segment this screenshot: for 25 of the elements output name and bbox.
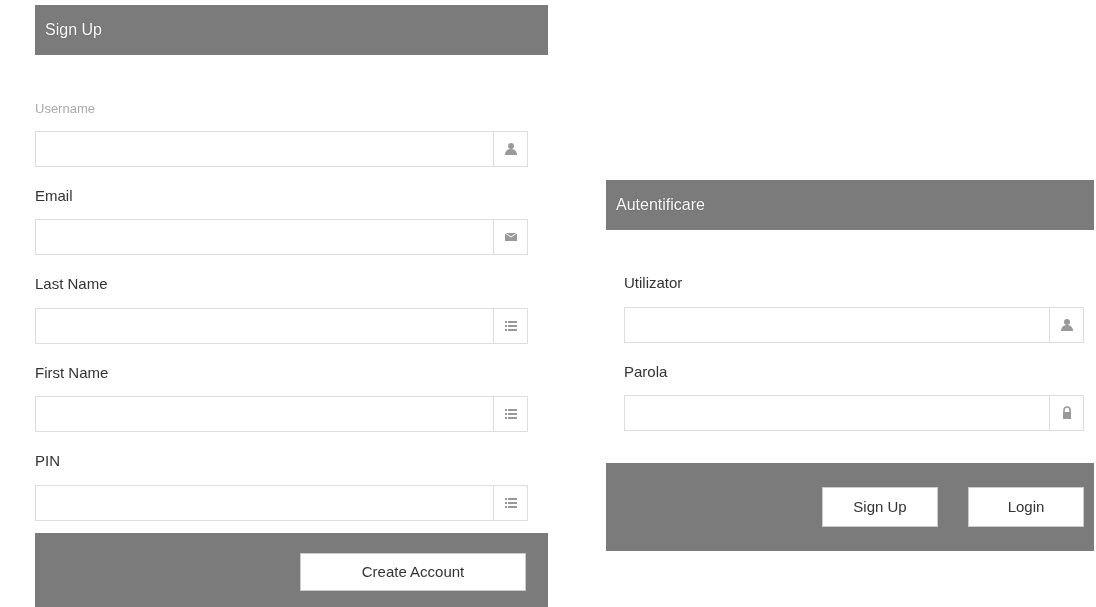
input-field[interactable] — [624, 395, 1084, 431]
form-button[interactable]: Sign Up — [822, 487, 938, 527]
input-field[interactable] — [35, 130, 528, 167]
field-label: Username — [35, 100, 96, 118]
list-icon — [503, 318, 518, 333]
input-field[interactable] — [35, 396, 528, 432]
envelope-icon — [503, 230, 518, 244]
list-icon — [503, 407, 518, 421]
field-label: Utilizator — [624, 273, 684, 293]
field-label: Email — [35, 185, 74, 206]
field-label: Last Name — [35, 274, 109, 294]
field-label: PIN — [35, 451, 61, 471]
input-field[interactable] — [35, 484, 528, 521]
input-field[interactable] — [35, 307, 528, 344]
field-label: Parola — [624, 361, 669, 382]
input-field[interactable] — [624, 306, 1084, 343]
user-icon — [503, 141, 518, 156]
panel-header: Autentificare — [606, 180, 1094, 230]
panel-header: Sign Up — [35, 5, 548, 55]
field-label: First Name — [35, 362, 110, 383]
list-icon — [503, 495, 518, 510]
input-field[interactable] — [35, 219, 528, 255]
form-button[interactable]: Create Account — [300, 552, 526, 591]
form-button[interactable]: Login — [968, 487, 1084, 527]
user-icon — [1059, 317, 1074, 332]
